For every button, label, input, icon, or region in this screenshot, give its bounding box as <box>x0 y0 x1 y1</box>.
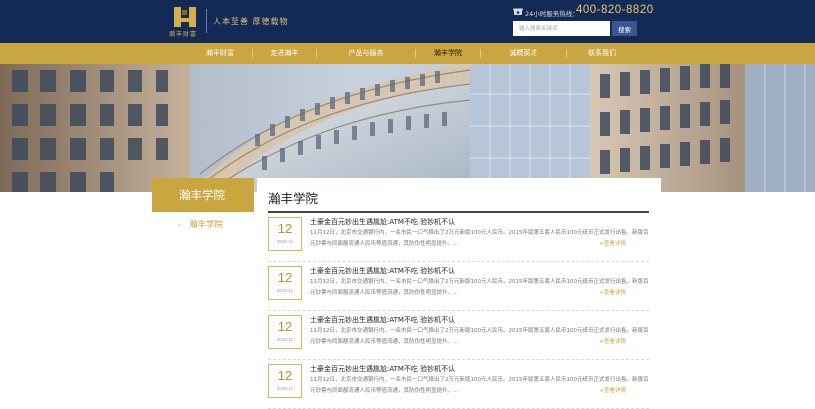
list-item: 12 2015-11 土豪金百元钞出生遇尴尬:ATM不吃 验钞机不认 11月12… <box>268 214 649 262</box>
nav-item-careers[interactable]: 诚聘英才 <box>481 43 566 64</box>
news-summary: 11月12日，北京市交通银行内，一名市民一口气换出了2万元新版100元人民币。2… <box>310 230 649 247</box>
nav-item-contact[interactable]: 联系我们 <box>567 43 637 64</box>
sidebar-item-label: 瀚丰学院 <box>189 220 224 230</box>
news-summary: 11月12日，北京市交通银行内，一名市民一口气换出了2万元新版100元人民币。2… <box>310 377 649 394</box>
view-details-link[interactable]: +查看详情 <box>599 386 626 394</box>
date-badge: 12 2015-11 <box>268 315 302 349</box>
hotline-label: 24小时服务热线： <box>525 10 579 18</box>
main-nav: 瀚丰财富 走进瀚丰 产品与服务 瀚丰学院 诚聘英才 联系我们 <box>0 43 815 64</box>
title-underline <box>268 211 649 213</box>
date-day: 12 <box>277 270 293 285</box>
date-year-month: 2015-11 <box>276 239 294 244</box>
slogan: 人本至善 厚德载物 <box>213 17 289 26</box>
list-item: 12 2015-11 土豪金百元钞出生遇尴尬:ATM不吃 验钞机不认 11月12… <box>268 312 649 360</box>
view-details-link[interactable]: +查看详情 <box>599 337 626 345</box>
sidebar-item-academy[interactable]: › 瀚丰学院 <box>152 212 254 238</box>
banner-building-photo <box>0 64 815 192</box>
banner-image <box>0 64 815 192</box>
nav-item-academy[interactable]: 瀚丰学院 <box>416 43 480 64</box>
date-year-month: 2015-11 <box>276 386 294 391</box>
site-header: 瀚丰财富 人本至善 厚德载物 24小时服务热线： 400-820-8820 搜索 <box>0 0 815 43</box>
search-input[interactable] <box>513 21 610 36</box>
logo-divider <box>206 9 207 33</box>
nav-item-about[interactable]: 走进瀚丰 <box>253 43 316 64</box>
view-details-link[interactable]: +查看详情 <box>599 288 626 296</box>
news-summary: 11月12日，北京市交通银行内，一名市民一口气换出了2万元新版100元人民币。2… <box>310 279 649 296</box>
nav-item-home[interactable]: 瀚丰财富 <box>188 43 252 64</box>
news-title-link[interactable]: 土豪金百元钞出生遇尴尬:ATM不吃 验钞机不认 <box>310 217 455 227</box>
news-title-link[interactable]: 土豪金百元钞出生遇尴尬:ATM不吃 验钞机不认 <box>310 364 455 374</box>
chevron-right-icon: › <box>178 221 181 229</box>
date-day: 12 <box>277 319 293 334</box>
sidebar: 瀚丰学院 › 瀚丰学院 <box>152 178 254 403</box>
date-badge: 12 2015-11 <box>268 266 302 300</box>
main-content: 瀚丰学院 12 2015-11 土豪金百元钞出生遇尴尬:ATM不吃 验钞机不认 … <box>257 178 661 409</box>
page-title: 瀚丰学院 <box>268 191 319 206</box>
view-details-link[interactable]: +查看详情 <box>599 239 626 247</box>
hotline-number: 400-820-8820 <box>576 4 654 16</box>
news-summary: 11月12日，北京市交通银行内，一名市民一口气换出了2万元新版100元人民币。2… <box>310 328 649 345</box>
date-day: 12 <box>277 368 293 383</box>
news-title-link[interactable]: 土豪金百元钞出生遇尴尬:ATM不吃 验钞机不认 <box>310 266 455 276</box>
search-button[interactable]: 搜索 <box>612 21 637 36</box>
logo-text: 瀚丰财富 <box>169 31 198 38</box>
list-item: 12 2015-11 土豪金百元钞出生遇尴尬:ATM不吃 验钞机不认 11月12… <box>268 263 649 311</box>
sidebar-title: 瀚丰学院 <box>152 178 254 212</box>
date-year-month: 2015-11 <box>276 337 294 342</box>
date-badge: 12 2015-11 <box>268 364 302 398</box>
phone-icon <box>513 8 523 15</box>
news-title-link[interactable]: 土豪金百元钞出生遇尴尬:ATM不吃 验钞机不认 <box>310 315 455 325</box>
nav-item-products[interactable]: 产品与服务 <box>317 43 415 64</box>
list-item: 12 2015-11 土豪金百元钞出生遇尴尬:ATM不吃 验钞机不认 11月12… <box>268 361 649 409</box>
date-year-month: 2015-11 <box>276 288 294 293</box>
date-badge: 12 2015-11 <box>268 217 302 251</box>
date-day: 12 <box>277 221 293 236</box>
